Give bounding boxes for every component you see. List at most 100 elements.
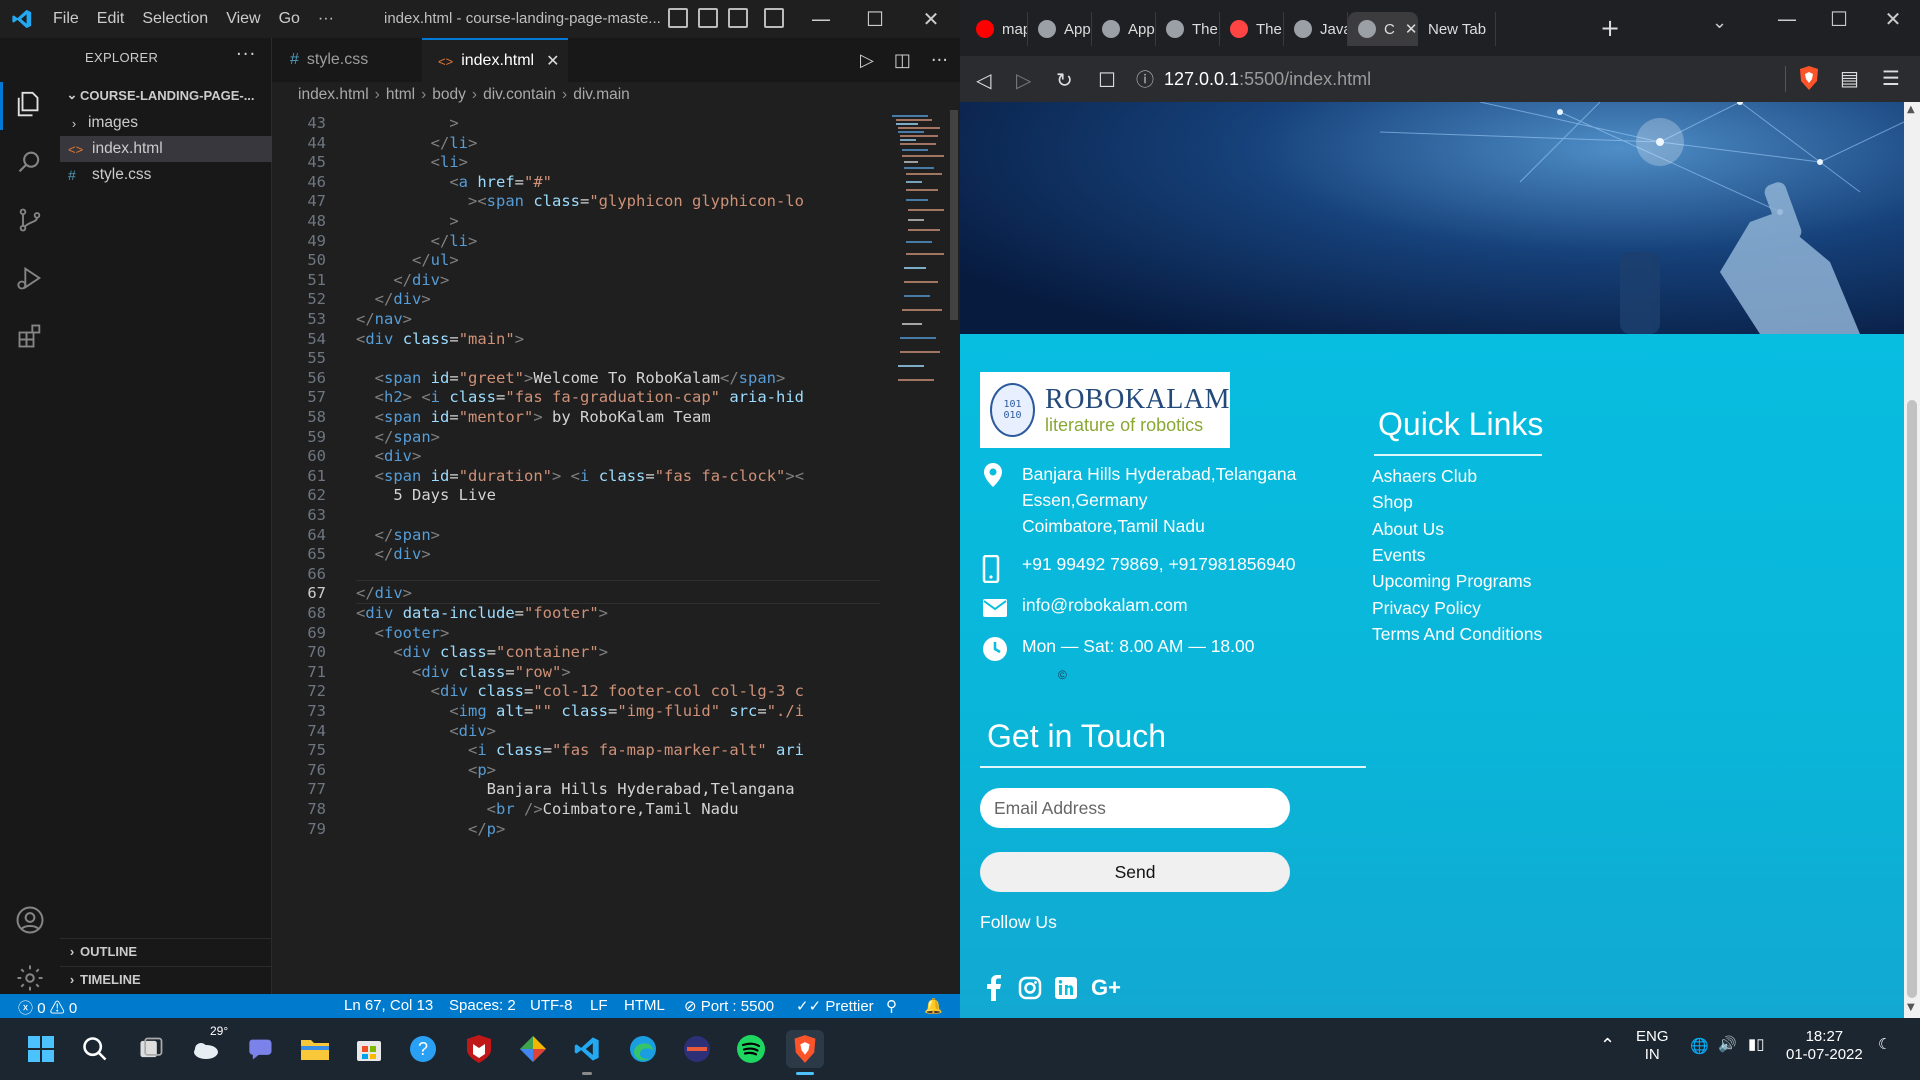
network-globe-icon[interactable]: 🌐 — [1690, 1038, 1709, 1056]
brave-taskbar-icon[interactable] — [786, 1030, 824, 1075]
language-mode[interactable]: HTML — [624, 997, 665, 1014]
prettier-status[interactable]: ✓✓ Prettier — [796, 997, 874, 1015]
browser-menu-icon[interactable]: ☰ — [1882, 66, 1900, 90]
toggle-secondary-sidebar-icon[interactable] — [728, 8, 748, 28]
toggle-primary-sidebar-icon[interactable] — [668, 8, 688, 28]
instagram-icon[interactable] — [1016, 974, 1044, 1002]
extensions-icon[interactable] — [12, 318, 48, 354]
language-indicator[interactable]: ENG IN — [1636, 1028, 1669, 1064]
tab-search-chevron-icon[interactable]: ⌄ — [1712, 12, 1727, 33]
microsoft-store-icon[interactable] — [350, 1030, 388, 1068]
menu-item[interactable]: File — [44, 10, 88, 28]
more-actions-icon[interactable]: ··· — [931, 50, 948, 71]
breadcrumb-item[interactable]: index.html — [298, 86, 369, 104]
encoding-setting[interactable]: UTF-8 — [530, 997, 573, 1014]
forward-icon[interactable]: ▷ — [1016, 68, 1031, 92]
scroll-up-arrow-icon[interactable]: ▲ — [1907, 104, 1915, 115]
browser-tab[interactable]: JavaS — [1284, 12, 1348, 46]
maximize-button[interactable]: ☐ — [848, 0, 902, 38]
page-scrollbar-thumb[interactable] — [1907, 400, 1917, 998]
search-icon[interactable] — [12, 144, 48, 180]
menu-item[interactable]: View — [217, 10, 269, 28]
breadcrumb-item[interactable]: body — [432, 86, 466, 104]
tree-item-style-css[interactable]: # style.css — [60, 162, 272, 188]
linkedin-icon[interactable] — [1052, 974, 1080, 1002]
battery-icon[interactable]: ▮▯ — [1748, 1036, 1765, 1054]
browser-close-button[interactable]: ✕ — [1866, 0, 1920, 38]
volume-icon[interactable]: 🔊 — [1718, 1036, 1737, 1054]
tab-index-html[interactable]: <> index.html ✕ — [422, 38, 568, 82]
scrollbar-thumb[interactable] — [950, 110, 958, 320]
task-view-icon[interactable] — [132, 1030, 170, 1068]
indentation-setting[interactable]: Spaces: 2 — [449, 997, 516, 1014]
breadcrumb-item[interactable]: div.contain — [483, 86, 556, 104]
browser-tab[interactable]: C ✕ — [1348, 12, 1418, 46]
search-icon[interactable] — [76, 1030, 114, 1068]
close-tab-icon[interactable]: ✕ — [1405, 20, 1417, 38]
cursor-position[interactable]: Ln 67, Col 13 — [344, 997, 433, 1014]
explorer-icon[interactable] — [12, 86, 48, 122]
browser-minimize-button[interactable]: — — [1760, 0, 1814, 38]
minimize-button[interactable]: — — [794, 0, 848, 38]
accounts-icon[interactable] — [12, 902, 48, 938]
minimap[interactable] — [888, 110, 948, 410]
eol-setting[interactable]: LF — [590, 997, 608, 1014]
browser-tab[interactable]: The r — [1156, 12, 1220, 46]
tree-item-images[interactable]: › images — [60, 110, 272, 136]
send-button[interactable]: Send — [980, 852, 1290, 892]
menu-item[interactable]: Selection — [133, 10, 217, 28]
start-windows-icon[interactable] — [22, 1030, 60, 1068]
wallet-icon[interactable]: ▤ — [1840, 66, 1859, 90]
breadcrumb-item[interactable]: div.main — [573, 86, 630, 104]
live-server-port[interactable]: ⊘ Port : 5500 — [684, 997, 774, 1015]
file-explorer-icon[interactable] — [296, 1030, 334, 1068]
browser-maximize-button[interactable]: ☐ — [1812, 0, 1866, 38]
quick-link[interactable]: Shop — [1372, 492, 1413, 513]
quick-link[interactable]: About Us — [1372, 519, 1444, 540]
page-scrollbar[interactable]: ▲ ▼ — [1904, 102, 1920, 1018]
site-info-icon[interactable]: ⓘ — [1136, 66, 1154, 92]
code-line[interactable]: 79 </p> — [272, 817, 880, 841]
facebook-icon[interactable] — [980, 974, 1008, 1002]
clock-date[interactable]: 18:27 01-07-2022 — [1786, 1028, 1863, 1064]
vscode-taskbar-icon[interactable] — [568, 1030, 606, 1075]
problems-indicator[interactable]: ⓧ 0 ⚠ 0 — [18, 997, 77, 1018]
weather-widget-icon[interactable]: 29° — [186, 1024, 228, 1068]
run-debug-icon[interactable] — [12, 260, 48, 296]
mcafee-shield-icon[interactable] — [460, 1030, 498, 1068]
run-file-icon[interactable]: ▷ — [860, 50, 874, 71]
outline-section[interactable]: › OUTLINE — [60, 938, 272, 964]
email-address-input[interactable] — [980, 788, 1290, 828]
browser-tab[interactable]: map. — [966, 12, 1028, 46]
quick-link[interactable]: Events — [1372, 545, 1426, 566]
chat-icon[interactable] — [242, 1030, 280, 1068]
close-window-button[interactable]: ✕ — [904, 0, 958, 38]
browser-tab[interactable]: The I — [1220, 12, 1284, 46]
settings-gear-icon[interactable] — [12, 960, 48, 996]
back-icon[interactable]: ◁ — [976, 68, 991, 92]
timeline-section[interactable]: › TIMELINE — [60, 966, 272, 992]
notifications-bell-icon[interactable]: 🔔 — [924, 997, 943, 1015]
google-plus-icon[interactable]: G+ — [1088, 974, 1124, 1002]
editor-scrollbar[interactable] — [948, 110, 960, 994]
new-tab-plus-icon[interactable]: + — [1600, 14, 1620, 42]
address-bar[interactable]: ⓘ 127.0.0.1 :5500/index.html — [1136, 64, 1776, 94]
quick-link[interactable]: Upcoming Programs — [1372, 571, 1532, 592]
spotify-icon[interactable] — [732, 1030, 770, 1068]
browser-tab[interactable]: Appl — [1028, 12, 1092, 46]
source-control-icon[interactable] — [12, 202, 48, 238]
bookmark-icon[interactable]: ☐ — [1098, 68, 1116, 92]
robokalam-logo[interactable]: 101 010 ROBOKALAM literature of robotics — [980, 372, 1230, 448]
more-actions-icon[interactable]: ··· — [236, 44, 256, 65]
code-editor[interactable]: 43 >44 </li> 45 <li> 46 <a href="#" 47 ><sp… — [272, 110, 880, 994]
menu-item[interactable]: ··· — [309, 10, 343, 28]
scroll-down-arrow-icon[interactable]: ▼ — [1907, 1002, 1915, 1013]
reload-icon[interactable]: ↻ — [1056, 68, 1073, 92]
app-launcher-icon[interactable] — [514, 1030, 552, 1068]
vpn-app-icon[interactable] — [678, 1030, 716, 1068]
quick-link[interactable]: Privacy Policy — [1372, 598, 1481, 619]
edge-browser-icon[interactable] — [624, 1030, 662, 1068]
quick-link[interactable]: Ashaers Club — [1372, 466, 1477, 487]
menu-item[interactable]: Go — [270, 10, 309, 28]
breadcrumb-item[interactable]: html — [386, 86, 415, 104]
